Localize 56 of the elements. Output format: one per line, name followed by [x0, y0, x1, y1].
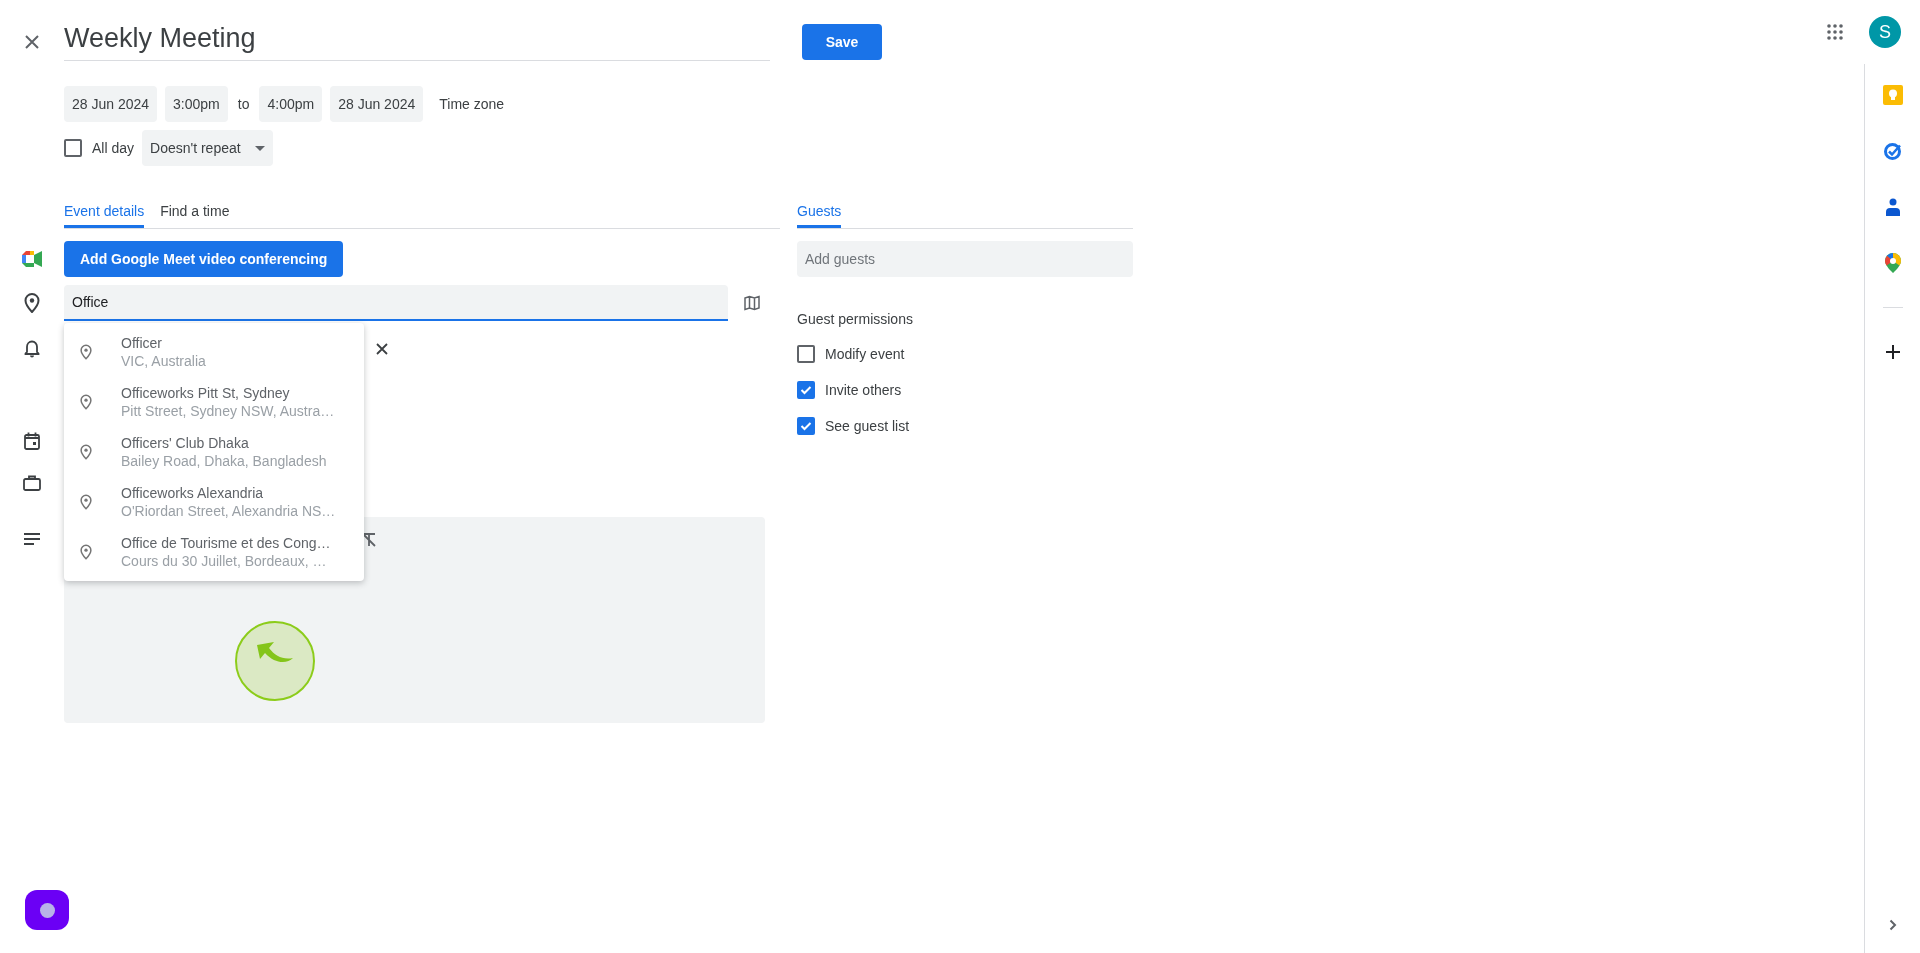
- end-time-button[interactable]: 4:00pm: [259, 86, 323, 122]
- location-suggestion[interactable]: Officer VIC, Australia: [64, 327, 364, 377]
- apps-grid-icon[interactable]: [1825, 22, 1845, 42]
- place-address: Bailey Road, Dhaka, Bangladesh: [121, 453, 327, 469]
- to-label: to: [237, 96, 250, 112]
- all-day-checkbox[interactable]: [64, 139, 82, 157]
- location-suggestion[interactable]: Office de Tourisme et des Cong… Cours du 30 Juillet, Bordeaux, …: [64, 527, 364, 577]
- time-zone-button[interactable]: Time zone: [431, 86, 513, 122]
- location-pin-icon: [80, 394, 92, 410]
- end-date-button[interactable]: 28 Jun 2024: [330, 86, 424, 122]
- calendar-icon: [24, 432, 40, 450]
- place-name: Officeworks Pitt St, Sydney: [121, 385, 291, 401]
- close-icon[interactable]: [25, 35, 39, 49]
- place-name: Officer: [121, 335, 163, 351]
- description-lines-icon: [24, 533, 40, 545]
- place-address: O'Riordan Street, Alexandria NS…: [121, 503, 336, 519]
- add-guests-field[interactable]: Add guests: [797, 241, 1133, 277]
- permission-checkbox[interactable]: [797, 417, 815, 435]
- location-pin-icon: [80, 444, 92, 460]
- permission-checkbox[interactable]: [797, 345, 815, 363]
- video-camera-icon: [22, 251, 42, 267]
- location-pin-icon: [80, 494, 92, 510]
- location-pin-icon: [80, 344, 92, 360]
- account-avatar[interactable]: S: [1869, 16, 1901, 48]
- place-address: VIC, Australia: [121, 353, 206, 369]
- caret-icon: [254, 145, 265, 151]
- permission-checkbox[interactable]: [797, 381, 815, 399]
- place-address: Cours du 30 Juillet, Bordeaux, …: [121, 553, 328, 569]
- place-name: Officers' Club Dhaka: [121, 435, 250, 451]
- cursor-highlight-icon: [235, 621, 315, 701]
- place-name: Office de Tourisme et des Cong…: [121, 535, 331, 551]
- guest-permissions-heading: Guest permissions: [797, 311, 914, 327]
- briefcase-icon: [23, 475, 41, 491]
- place-address: Pitt Street, Sydney NSW, Austra…: [121, 403, 335, 419]
- location-pin-icon: [80, 544, 92, 560]
- remove-notification-icon[interactable]: [374, 341, 390, 357]
- location-field[interactable]: Office: [64, 285, 728, 321]
- location-pin-icon: [24, 293, 40, 313]
- repeat-dropdown[interactable]: Doesn't repeat: [142, 130, 273, 166]
- tab[interactable]: Find a time: [160, 196, 230, 228]
- start-time-button[interactable]: 3:00pm: [165, 86, 228, 122]
- bell-icon: [24, 340, 40, 358]
- permission-label: Modify event: [825, 346, 905, 362]
- place-name: Officeworks Alexandria: [121, 485, 265, 501]
- permission-label: See guest list: [825, 418, 910, 434]
- all-day-label: All day: [92, 140, 135, 156]
- permission-label: Invite others: [825, 382, 902, 398]
- record-button[interactable]: [25, 890, 69, 930]
- location-suggestion[interactable]: Officers' Club Dhaka Bailey Road, Dhaka, Bangladesh: [64, 427, 364, 477]
- add-video-conferencing-button[interactable]: Add Google Meet video conferencing: [64, 241, 344, 277]
- location-suggestion[interactable]: Officeworks Pitt St, Sydney Pitt Street, Sydney NSW, Austra…: [64, 377, 364, 427]
- guests-tab[interactable]: Guests: [797, 196, 842, 228]
- location-suggestion[interactable]: Officeworks Alexandria O'Riordan Street, Alexandria NS…: [64, 477, 364, 527]
- tab[interactable]: Event details: [64, 196, 145, 228]
- save-button[interactable]: Save: [802, 24, 882, 60]
- start-date-button[interactable]: 28 Jun 2024: [64, 86, 158, 122]
